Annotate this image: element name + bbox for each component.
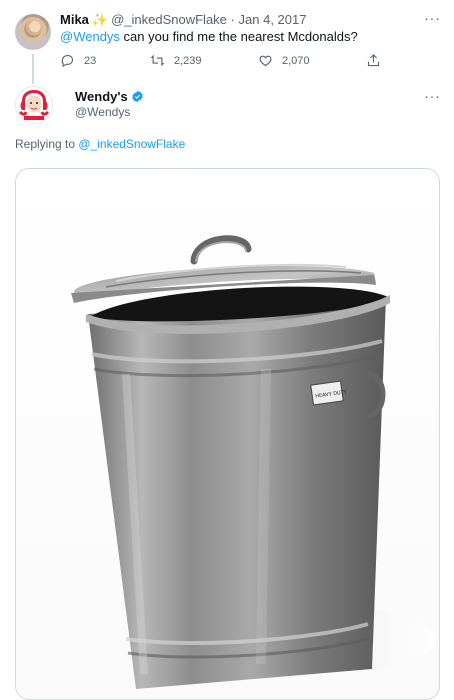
reply-icon <box>61 54 74 68</box>
share-icon <box>367 54 380 67</box>
author-display-name[interactable]: Mika <box>60 12 89 27</box>
tweet-media-photo[interactable]: HEAVY DUTY <box>15 168 440 700</box>
avatar-mika[interactable] <box>15 14 51 50</box>
reply-button[interactable]: 23 <box>60 53 96 68</box>
avatar-wendys[interactable] <box>15 86 53 124</box>
sparkle-icon: ✨ <box>91 12 109 27</box>
reply-author-name[interactable]: Wendy's <box>75 89 144 104</box>
tweet-date[interactable]: Jan 4, 2017 <box>239 12 307 27</box>
like-count: 2,070 <box>282 54 310 67</box>
original-tweet-text: @Wendys can you find me the nearest Mcdo… <box>60 29 358 44</box>
replying-prefix: Replying to <box>15 137 79 151</box>
more-options-icon[interactable]: ··· <box>424 10 441 26</box>
share-button[interactable] <box>366 53 390 68</box>
retweet-count: 2,239 <box>174 54 202 67</box>
original-tweet-header: Mika ✨ @_inkedSnowFlake · Jan 4, 2017 <box>60 12 306 28</box>
mention-link[interactable]: @Wendys <box>60 29 120 44</box>
tweet-body: can you find me the nearest Mcdonalds? <box>119 29 358 44</box>
replying-to-line: Replying to @_inkedSnowFlake <box>15 137 185 151</box>
reply-display-name: Wendy's <box>75 89 128 104</box>
wendys-logo-icon <box>16 87 52 123</box>
reply-count: 23 <box>84 54 97 67</box>
like-button[interactable]: 2,070 <box>258 53 310 68</box>
more-options-icon[interactable]: ··· <box>424 88 441 104</box>
reply-author-handle[interactable]: @Wendys <box>75 105 130 119</box>
author-handle[interactable]: @_inkedSnowFlake <box>111 12 227 27</box>
separator-dot: · <box>230 12 235 27</box>
heart-icon <box>259 55 272 67</box>
retweet-button[interactable]: 2,239 <box>150 53 202 68</box>
thread-connector-line <box>32 54 34 84</box>
trash-can-image: HEAVY DUTY <box>71 235 436 689</box>
retweet-icon <box>150 55 165 66</box>
verified-badge-icon <box>132 90 143 103</box>
replying-to-link[interactable]: @_inkedSnowFlake <box>78 137 185 151</box>
